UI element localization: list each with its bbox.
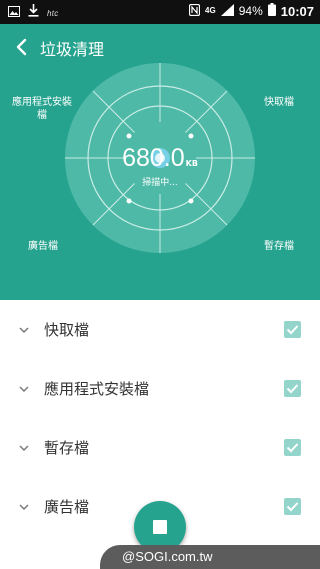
- category-label-cache: 快取檔: [264, 97, 294, 108]
- stop-icon: [153, 520, 167, 534]
- radar-dot: [126, 133, 132, 139]
- list-item-label: 廣告檔: [44, 498, 90, 516]
- scan-radar: 680.0KB 掃描中...: [65, 63, 255, 253]
- signal-icon: [220, 3, 234, 19]
- battery-icon: [267, 3, 276, 19]
- clock: 10:07: [280, 3, 314, 19]
- watermark: @SOGI.com.tw: [100, 545, 320, 569]
- list-item-label: 應用程式安裝檔: [44, 380, 150, 398]
- scan-status: 掃描中...: [142, 178, 178, 188]
- checkbox[interactable]: [284, 321, 301, 338]
- list-item-cache[interactable]: 快取檔: [0, 300, 320, 358]
- list-item-label: 快取檔: [44, 321, 90, 339]
- download-icon: [28, 4, 39, 22]
- status-bar: htc 4G 94% 10:07: [0, 0, 320, 24]
- chevron-down-icon[interactable]: [17, 499, 31, 513]
- chevron-down-icon[interactable]: [17, 322, 31, 336]
- carrier-label: htc: [47, 8, 59, 18]
- checkmark-icon: [286, 325, 299, 335]
- scanned-size-unit: KB: [185, 159, 198, 168]
- battery-percent: 94%: [238, 4, 263, 18]
- page-title: 垃圾清理: [40, 40, 105, 59]
- category-label-ads: 廣告檔: [28, 241, 58, 252]
- chevron-down-icon[interactable]: [17, 381, 31, 395]
- list-item-temp[interactable]: 暫存檔: [0, 418, 320, 476]
- list-item-app-installers[interactable]: 應用程式安裝檔: [0, 359, 320, 417]
- checkmark-icon: [286, 502, 299, 512]
- checkbox[interactable]: [284, 439, 301, 456]
- radar-dot: [188, 133, 194, 139]
- checkbox[interactable]: [284, 498, 301, 515]
- nfc-icon: [188, 3, 201, 19]
- checkmark-icon: [286, 384, 299, 394]
- checkmark-icon: [286, 443, 299, 453]
- list-item-label: 暫存檔: [44, 439, 90, 457]
- chevron-left-icon[interactable]: [10, 35, 34, 59]
- checkbox[interactable]: [284, 380, 301, 397]
- scanned-size: 680.0KB: [65, 144, 255, 173]
- network-type-label: 4G: [205, 6, 216, 15]
- category-label-temp: 暫存檔: [264, 241, 294, 252]
- radar-dot: [126, 198, 132, 204]
- scan-header: 垃圾清理 應用程式安裝檔 快取檔 廣告檔 暫存檔 680.0KB 掃描中...: [0, 24, 320, 300]
- image-icon: [8, 4, 20, 22]
- scanned-size-value: 680.0: [122, 144, 185, 172]
- chevron-down-icon[interactable]: [17, 440, 31, 454]
- radar-dot: [188, 198, 194, 204]
